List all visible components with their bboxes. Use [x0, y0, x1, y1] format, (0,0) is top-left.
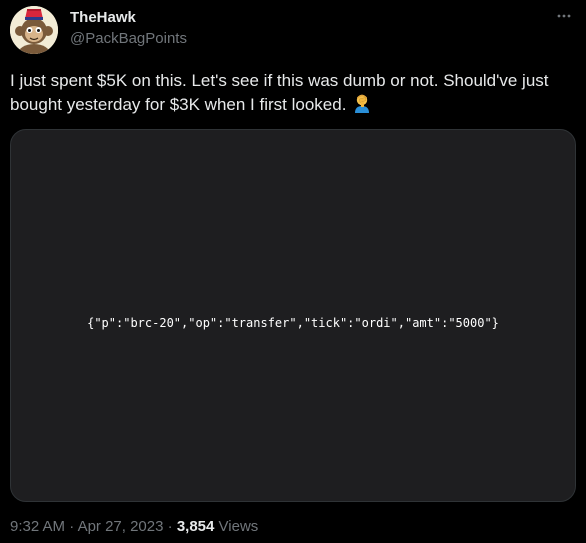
tweet-text: I just spent $5K on this. Let's see if t… [10, 69, 576, 117]
tweet-meta: 9:32 AM · Apr 27, 2023 · 3,854 Views [10, 518, 258, 535]
avatar[interactable] [10, 6, 58, 54]
tweet-date[interactable]: Apr 27, 2023 [78, 518, 164, 535]
meta-separator: · [167, 518, 173, 535]
monkey-avatar-icon [10, 6, 58, 54]
inscription-text: {"p":"brc-20","op":"transfer","tick":"or… [87, 316, 499, 330]
views-label: Views [218, 518, 259, 535]
more-horizontal-icon [557, 14, 571, 18]
tweet-time[interactable]: 9:32 AM [10, 518, 65, 535]
meta-separator: · [69, 518, 75, 535]
user-handle[interactable]: @PackBagPoints [70, 30, 187, 47]
tweet-text-body: I just spent $5K on this. Let's see if t… [10, 71, 549, 114]
media-card[interactable]: {"p":"brc-20","op":"transfer","tick":"or… [10, 129, 576, 502]
more-options-icon[interactable] [554, 8, 574, 28]
views-count[interactable]: 3,854 [177, 518, 215, 535]
display-name[interactable]: TheHawk [70, 9, 136, 26]
facepalm-emoji-icon [355, 94, 370, 113]
